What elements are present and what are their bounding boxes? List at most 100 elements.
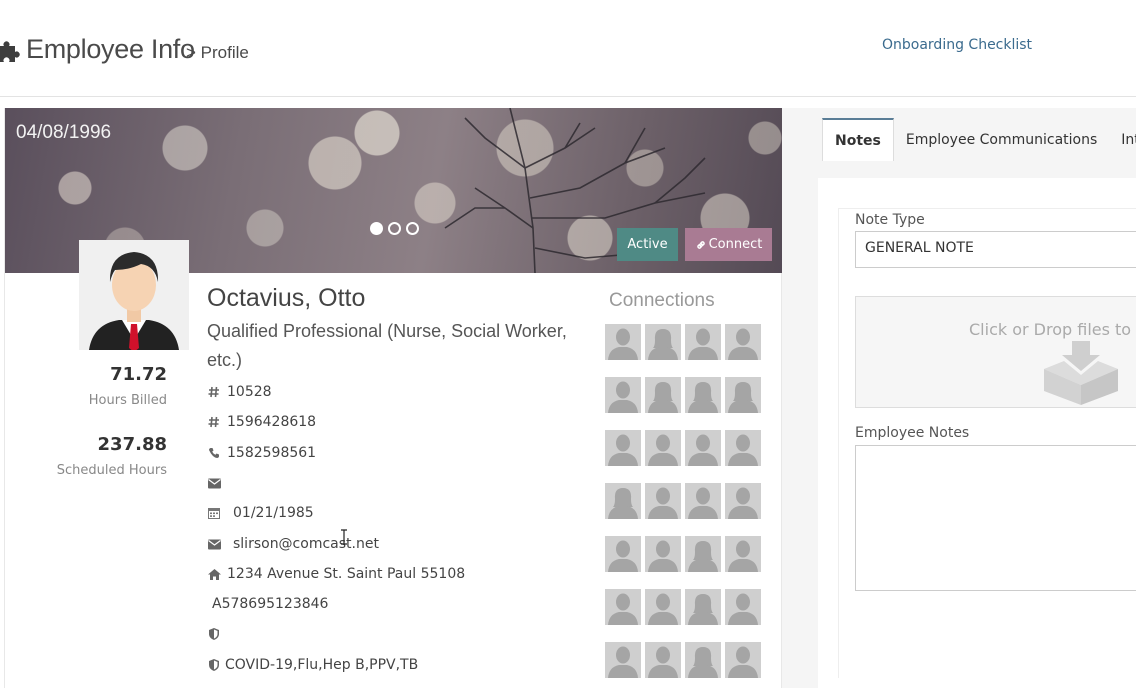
- connect-button[interactable]: Connect: [685, 228, 772, 261]
- note-type-label: Note Type: [855, 212, 925, 228]
- connection-avatar[interactable]: [685, 483, 721, 519]
- person-placeholder-icon: [645, 324, 681, 360]
- active-status-button[interactable]: Active: [617, 228, 678, 261]
- onboarding-checklist-link[interactable]: Onboarding Checklist: [882, 37, 1032, 53]
- connection-avatar[interactable]: [685, 377, 721, 413]
- employee-number-row: 1596428618: [207, 413, 316, 431]
- hash-icon: [207, 415, 221, 429]
- phone-row: 1582598561: [207, 444, 316, 462]
- vaccines: COVID-19,Flu,Hep B,PPV,TB: [225, 657, 419, 673]
- link-icon: [696, 240, 705, 249]
- connection-avatar[interactable]: [685, 324, 721, 360]
- connection-avatar[interactable]: [725, 642, 761, 678]
- file-dropzone[interactable]: Click or Drop files to: [855, 296, 1136, 408]
- connection-avatar[interactable]: [605, 324, 641, 360]
- employee-name: Octavius, Otto: [207, 284, 366, 312]
- connection-avatar[interactable]: [685, 589, 721, 625]
- connection-avatar[interactable]: [605, 377, 641, 413]
- connection-avatar[interactable]: [645, 377, 681, 413]
- person-placeholder-icon: [645, 377, 681, 413]
- carousel-dot-2[interactable]: [388, 222, 401, 235]
- person-placeholder-icon: [685, 377, 721, 413]
- shield-row-1: [207, 625, 227, 643]
- employee-notes-label: Employee Notes: [855, 425, 970, 441]
- person-placeholder-icon: [605, 589, 641, 625]
- connection-avatar[interactable]: [645, 642, 681, 678]
- phone-number: 1582598561: [227, 445, 317, 461]
- puzzle-icon: [0, 41, 20, 62]
- person-placeholder-icon: [685, 430, 721, 466]
- employee-notes-textarea[interactable]: [855, 445, 1136, 591]
- profile-panel: 04/08/1996 Active Connect 71.72 Hours Bi…: [4, 108, 783, 688]
- shield-icon: [207, 627, 221, 641]
- connection-avatar[interactable]: [725, 589, 761, 625]
- email-row-1: [207, 474, 227, 492]
- person-placeholder-icon: [605, 642, 641, 678]
- employee-id: 10528: [227, 384, 272, 400]
- person-placeholder-icon: [645, 483, 681, 519]
- person-placeholder-icon: [605, 430, 641, 466]
- scheduled-hours-value: 237.88: [97, 434, 167, 455]
- person-placeholder-icon: [725, 589, 761, 625]
- connection-avatar[interactable]: [605, 430, 641, 466]
- avatar: [79, 240, 189, 350]
- employee-role: Qualified Professional (Nurse, Social Wo…: [207, 321, 567, 370]
- page-breadcrumb: > Profile: [186, 43, 249, 62]
- license-number: A578695123846: [212, 596, 329, 612]
- connection-avatar[interactable]: [645, 430, 681, 466]
- hours-billed-value: 71.72: [110, 364, 167, 385]
- connection-avatar[interactable]: [645, 483, 681, 519]
- tab-employee-communications[interactable]: Employee Communications: [894, 118, 1109, 161]
- connection-avatar[interactable]: [725, 430, 761, 466]
- dob-row: 01/21/1985: [207, 504, 314, 522]
- carousel-dot-3[interactable]: [406, 222, 419, 235]
- tab-notes[interactable]: Notes: [822, 118, 894, 161]
- connection-avatar[interactable]: [725, 483, 761, 519]
- employee-id-row: 10528: [207, 383, 272, 401]
- person-placeholder-icon: [725, 377, 761, 413]
- notes-form-container: [838, 208, 1136, 678]
- email-secondary: slirson@comcast.net: [233, 536, 379, 552]
- address: 1234 Avenue St. Saint Paul 55108: [227, 566, 466, 582]
- connection-avatar[interactable]: [605, 642, 641, 678]
- connection-avatar[interactable]: [685, 430, 721, 466]
- person-placeholder-icon: [605, 483, 641, 519]
- person-placeholder-icon: [725, 324, 761, 360]
- person-placeholder-icon: [725, 536, 761, 572]
- upload-box-icon: [1044, 341, 1118, 405]
- person-placeholder-icon: [645, 430, 681, 466]
- person-placeholder-icon: [685, 642, 721, 678]
- connection-avatar[interactable]: [605, 483, 641, 519]
- vaccines-row: COVID-19,Flu,Hep B,PPV,TB: [207, 656, 418, 674]
- connection-avatar[interactable]: [725, 324, 761, 360]
- dropzone-text: Click or Drop files to: [969, 320, 1132, 339]
- envelope-icon: [207, 476, 221, 490]
- connection-avatar[interactable]: [645, 324, 681, 360]
- connection-avatar[interactable]: [645, 536, 681, 572]
- carousel-dot-1[interactable]: [370, 222, 383, 235]
- scheduled-hours-label: Scheduled Hours: [56, 463, 167, 478]
- person-placeholder-icon: [645, 536, 681, 572]
- person-placeholder-icon: [685, 536, 721, 572]
- connection-avatar[interactable]: [725, 377, 761, 413]
- connections-title: Connections: [609, 290, 715, 311]
- connection-avatar[interactable]: [645, 589, 681, 625]
- tab-integrations[interactable]: Inte: [1109, 118, 1136, 161]
- home-icon: [207, 567, 221, 581]
- connection-avatar[interactable]: [685, 642, 721, 678]
- phone-icon: [207, 446, 221, 460]
- person-placeholder-icon: [685, 324, 721, 360]
- connection-avatar[interactable]: [605, 589, 641, 625]
- connection-avatar[interactable]: [725, 536, 761, 572]
- person-placeholder-icon: [605, 324, 641, 360]
- connect-button-label: Connect: [708, 237, 763, 252]
- carousel-indicators: [370, 222, 419, 235]
- employee-number: 1596428618: [227, 414, 317, 430]
- connections-grid: [605, 324, 761, 678]
- connection-avatar[interactable]: [685, 536, 721, 572]
- avatar-image: [79, 240, 189, 350]
- connection-avatar[interactable]: [605, 536, 641, 572]
- page-header: Employee Info > Profile Onboarding Check…: [0, 0, 1136, 97]
- person-placeholder-icon: [645, 589, 681, 625]
- note-type-select[interactable]: GENERAL NOTE: [855, 231, 1136, 268]
